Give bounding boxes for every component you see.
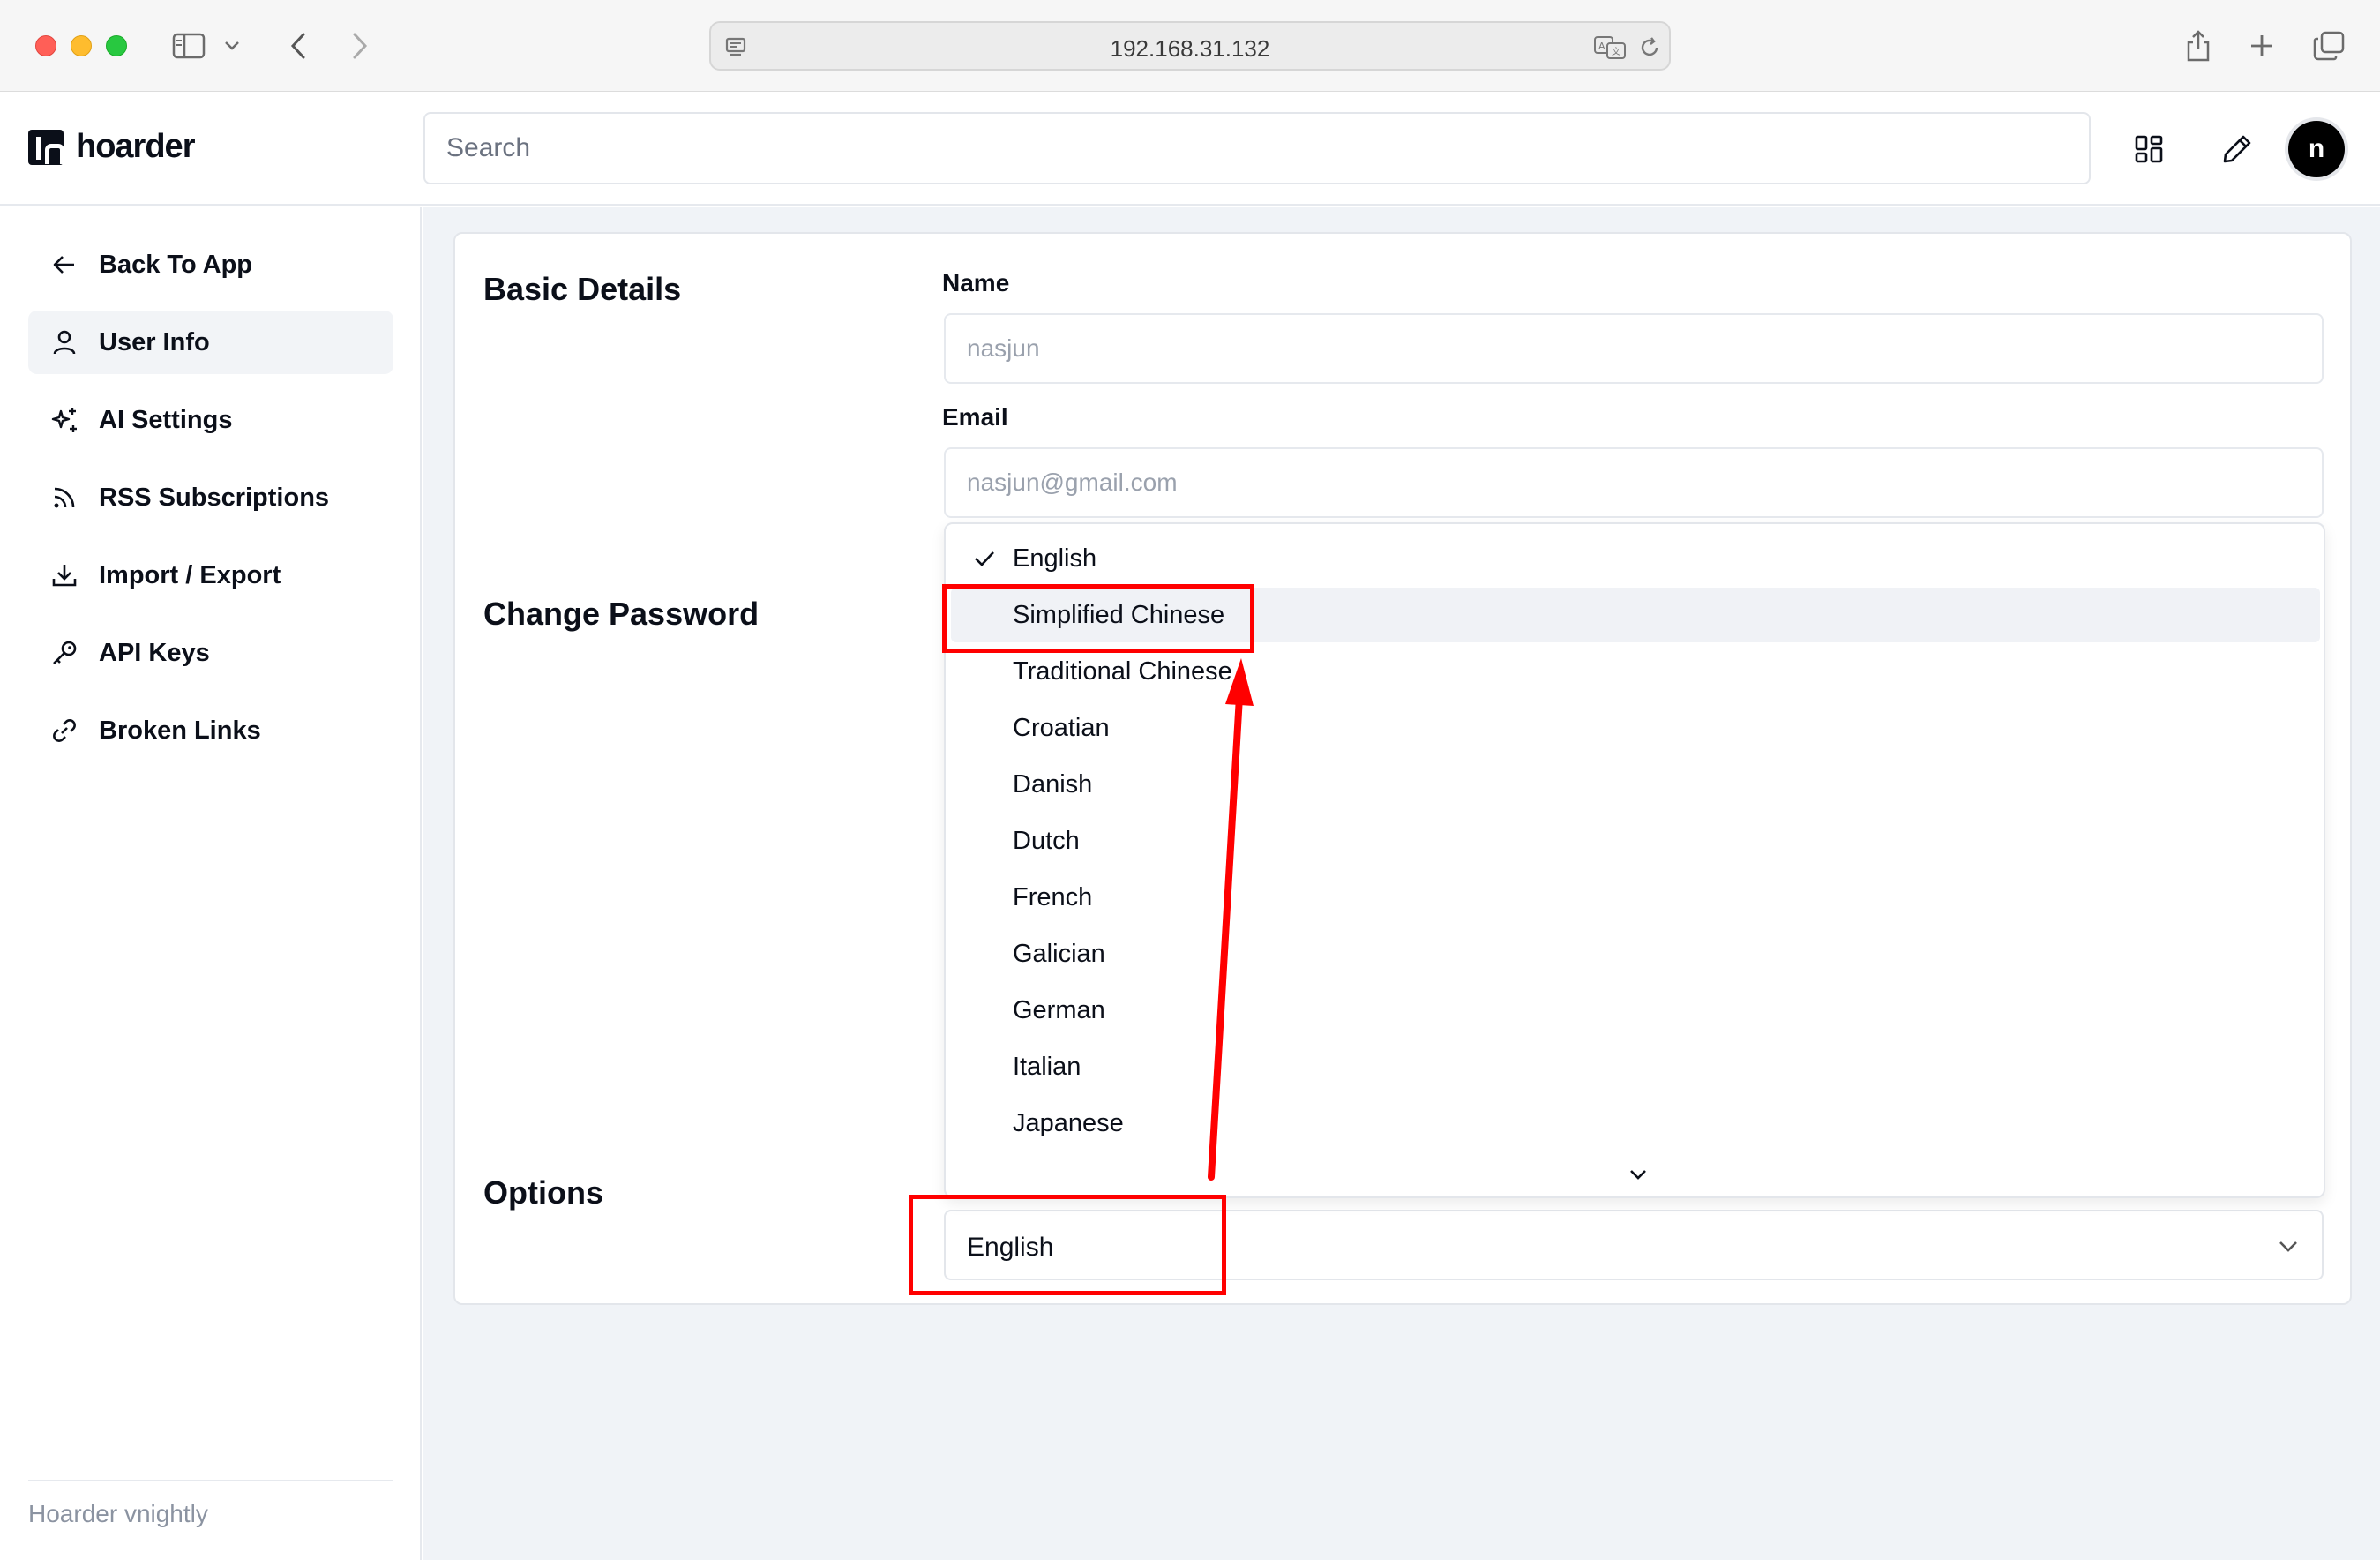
sidebar-item-label: Back To App xyxy=(99,250,253,279)
app-header: hoarder n xyxy=(0,93,2380,206)
sidebar-item-label: Import / Export xyxy=(99,560,281,589)
new-tab-icon[interactable] xyxy=(2242,26,2281,65)
option-label: Danish xyxy=(1013,770,1093,799)
address-bar[interactable]: 192.168.31.132 A文 xyxy=(709,21,1671,71)
language-option-japanese[interactable]: Japanese xyxy=(951,1096,2320,1151)
svg-text:文: 文 xyxy=(1612,46,1620,57)
layout-grid-icon[interactable] xyxy=(2126,126,2172,172)
sidebar-item-rss-subscriptions[interactable]: RSS Subscriptions xyxy=(28,466,393,529)
option-label: German xyxy=(1013,996,1105,1024)
search-input[interactable] xyxy=(425,114,2089,183)
sidebar-item-user-info[interactable]: User Info xyxy=(28,311,393,374)
check-icon xyxy=(970,544,999,573)
sidebar-divider xyxy=(28,1480,393,1481)
version-label: Hoarder vnightly xyxy=(28,1500,208,1527)
sidebar-item-ai-settings[interactable]: AI Settings xyxy=(28,388,393,452)
language-option-french[interactable]: French xyxy=(951,870,2320,925)
basic-details-title: Basic Details xyxy=(483,271,682,307)
sidebar-item-label: AI Settings xyxy=(99,405,233,434)
sidebar-item-broken-links[interactable]: Broken Links xyxy=(28,699,393,762)
svg-text:A: A xyxy=(1598,41,1605,52)
option-label: Croatian xyxy=(1013,714,1110,742)
language-option-danish[interactable]: Danish xyxy=(951,757,2320,812)
pencil-icon[interactable] xyxy=(2214,126,2260,172)
sidebar-toggle-icon[interactable] xyxy=(169,26,208,65)
change-password-title: Change Password xyxy=(483,596,760,632)
options-title: Options xyxy=(483,1174,603,1211)
language-option-galician[interactable]: Galician xyxy=(951,926,2320,981)
search-box[interactable] xyxy=(423,112,2091,184)
sidebar-item-api-keys[interactable]: API Keys xyxy=(28,621,393,685)
user-avatar[interactable]: n xyxy=(2288,121,2345,177)
back-icon[interactable] xyxy=(279,26,318,65)
sidebar-item-label: RSS Subscriptions xyxy=(99,483,330,512)
hoarder-logo-icon xyxy=(28,129,64,165)
sidebar-item-back-to-app[interactable]: Back To App xyxy=(28,233,393,296)
scroll-down-chevron-icon[interactable] xyxy=(1622,1161,1654,1188)
sparkles-icon xyxy=(49,405,79,435)
name-input[interactable] xyxy=(946,315,2322,382)
language-option-croatian[interactable]: Croatian xyxy=(951,701,2320,755)
url-text: 192.168.31.132 xyxy=(1110,35,1270,62)
sidebar-item-label: User Info xyxy=(99,327,210,356)
minimize-window-button[interactable] xyxy=(71,35,92,56)
close-window-button[interactable] xyxy=(35,35,56,56)
rss-icon xyxy=(49,483,79,513)
key-icon xyxy=(49,638,79,668)
share-icon[interactable] xyxy=(2179,26,2218,65)
option-label: Dutch xyxy=(1013,827,1080,855)
email-label: Email xyxy=(942,403,1008,431)
download-icon xyxy=(49,560,79,590)
user-icon xyxy=(49,327,79,357)
email-field[interactable] xyxy=(944,447,2324,518)
logo-text: hoarder xyxy=(76,128,195,165)
option-label: Japanese xyxy=(1013,1109,1124,1137)
name-label: Name xyxy=(942,269,1010,296)
arrow-left-icon xyxy=(49,250,79,280)
annotation-highlight-simplified-chinese xyxy=(942,584,1254,653)
app-logo[interactable]: hoarder xyxy=(28,128,195,166)
settings-sidebar: Back To App User Info AI Settings RSS Su… xyxy=(0,207,422,1560)
sidebar-item-label: API Keys xyxy=(99,638,210,667)
option-label: Galician xyxy=(1013,940,1105,968)
zoom-window-button[interactable] xyxy=(106,35,127,56)
reload-icon[interactable] xyxy=(1634,32,1665,64)
language-option-italian[interactable]: Italian xyxy=(951,1039,2320,1094)
name-field[interactable] xyxy=(944,313,2324,384)
sidebar-item-import-export[interactable]: Import / Export xyxy=(28,544,393,607)
language-option-english[interactable]: English xyxy=(951,531,2320,586)
chevron-down-icon xyxy=(2271,1229,2306,1264)
tab-overview-icon[interactable] xyxy=(2309,26,2348,65)
link-icon xyxy=(49,716,79,746)
language-option-dutch[interactable]: Dutch xyxy=(951,814,2320,868)
browser-toolbar: 192.168.31.132 A文 xyxy=(0,0,2380,92)
email-input[interactable] xyxy=(946,449,2322,516)
language-option-german[interactable]: German xyxy=(951,983,2320,1038)
forward-icon[interactable] xyxy=(341,26,379,65)
translate-icon[interactable]: A文 xyxy=(1591,32,1630,64)
annotation-highlight-language-select xyxy=(909,1195,1226,1295)
option-label: French xyxy=(1013,883,1093,911)
sidebar-item-label: Broken Links xyxy=(99,716,261,745)
chevron-down-icon[interactable] xyxy=(219,26,245,65)
option-label: Italian xyxy=(1013,1053,1081,1081)
option-label: English xyxy=(1013,544,1097,573)
option-label: Traditional Chinese xyxy=(1013,657,1232,686)
